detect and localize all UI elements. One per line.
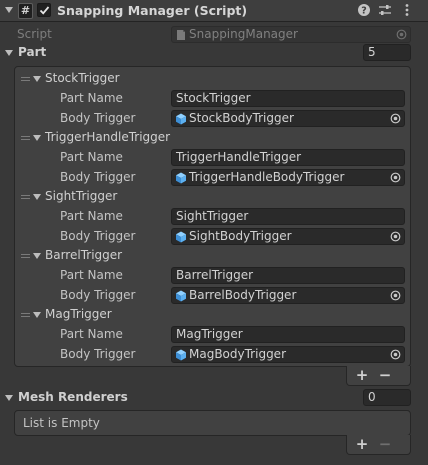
body-trigger-field[interactable]: SightBodyTrigger [171,228,405,245]
body-trigger-value: BarrelBodyTrigger [189,288,297,302]
cube-icon [176,231,186,243]
script-file-icon [177,30,185,40]
enable-checkbox[interactable] [37,3,51,17]
remove-element-button[interactable]: − [376,368,394,384]
object-picker-icon[interactable] [390,290,401,301]
part-list-footer: + − [346,366,411,386]
part-name-field[interactable]: SightTrigger [171,208,405,225]
remove-element-button[interactable]: − [376,437,394,453]
body-trigger-value: MagBodyTrigger [189,347,287,361]
body-trigger-label: Body Trigger [60,111,136,125]
part-name-field[interactable]: BarrelTrigger [171,267,405,284]
part-label[interactable]: Part [18,45,46,59]
add-element-button[interactable]: + [353,437,371,453]
drag-handle-icon[interactable] [21,254,30,261]
mesh-renderers-list: List is Empty [14,410,411,436]
body-trigger-field[interactable]: BarrelBodyTrigger [171,287,405,304]
body-trigger-value: SightBodyTrigger [189,229,292,243]
script-value: SnappingManager [189,27,298,41]
element-header[interactable]: BarrelTrigger [45,248,122,262]
mesh-renderers-list-footer: + − [346,435,411,455]
object-picker-icon[interactable] [390,349,401,360]
part-name-field[interactable]: TriggerHandleTrigger [171,149,405,166]
cube-icon [176,290,186,302]
element-header[interactable]: StockTrigger [45,71,120,85]
part-foldout-arrow-icon[interactable] [5,50,13,56]
element-foldout-arrow-icon[interactable] [33,194,41,200]
drag-handle-icon[interactable] [21,136,30,143]
body-trigger-label: Body Trigger [60,288,136,302]
mesh-renderers-foldout-arrow-icon[interactable] [5,395,13,401]
drag-handle-icon[interactable] [21,313,30,320]
component-title: Snapping Manager (Script) [57,3,248,18]
element-foldout-arrow-icon[interactable] [33,135,41,141]
cube-icon [176,113,186,125]
preset-sliders-icon[interactable] [378,3,392,17]
part-count-field[interactable]: 5 [363,44,411,61]
object-picker-icon [396,29,407,40]
part-name-label: Part Name [60,327,123,341]
add-element-button[interactable]: + [353,368,371,384]
part-name-field[interactable]: StockTrigger [171,90,405,107]
foldout-arrow-icon[interactable] [4,5,14,15]
body-trigger-label: Body Trigger [60,170,136,184]
cube-icon [176,349,186,361]
object-picker-icon[interactable] [390,113,401,124]
script-hash-icon: # [18,3,33,19]
object-picker-icon[interactable] [390,172,401,183]
mesh-renderers-label[interactable]: Mesh Renderers [18,390,128,404]
body-trigger-value: StockBodyTrigger [189,111,294,125]
body-trigger-field[interactable]: StockBodyTrigger [171,110,405,127]
part-list: StockTrigger Part Name StockTrigger Body Tr… [14,66,411,367]
element-header[interactable]: TriggerHandleTrigger [45,130,170,144]
element-foldout-arrow-icon[interactable] [33,76,41,82]
script-object-field: SnappingManager [171,26,411,43]
body-trigger-label: Body Trigger [60,229,136,243]
body-trigger-label: Body Trigger [60,347,136,361]
element-header[interactable]: MagTrigger [45,307,112,321]
mesh-renderers-count-field[interactable]: 0 [363,389,411,406]
svg-text:?: ? [361,6,367,17]
part-name-label: Part Name [60,150,123,164]
help-icon[interactable]: ? [357,3,371,17]
body-trigger-field[interactable]: MagBodyTrigger [171,346,405,363]
empty-list-text: List is Empty [23,416,100,430]
script-label: Script [17,27,52,41]
body-trigger-value: TriggerHandleBodyTrigger [189,170,345,184]
drag-handle-icon[interactable] [21,195,30,202]
element-header[interactable]: SightTrigger [45,189,117,203]
body-trigger-field[interactable]: TriggerHandleBodyTrigger [171,169,405,186]
part-name-label: Part Name [60,91,123,105]
part-name-label: Part Name [60,209,123,223]
object-picker-icon[interactable] [390,231,401,242]
element-foldout-arrow-icon[interactable] [33,253,41,259]
part-name-label: Part Name [60,268,123,282]
drag-handle-icon[interactable] [21,77,30,84]
context-menu-icon[interactable] [400,3,414,17]
cube-icon [176,172,186,184]
component-header[interactable]: # Snapping Manager (Script) ? [0,0,428,22]
part-name-field[interactable]: MagTrigger [171,326,405,343]
element-foldout-arrow-icon[interactable] [33,312,41,318]
